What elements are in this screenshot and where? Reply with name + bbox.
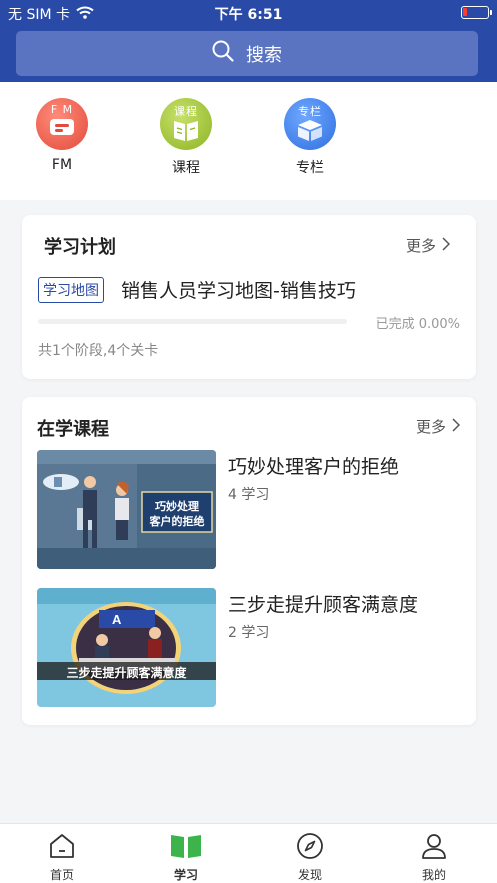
tab-label-discover: 发现 [297,868,322,882]
learning-courses-card: 在学课程 更多 巧妙处理 客户的拒绝 巧妙处理客户的拒绝 4 学习 A 三步走提… [22,397,476,725]
tab-discover[interactable]: 发现 [270,832,350,883]
plan-stats: 共1个阶段,4个关卡 [38,343,159,359]
quick-label-course: 课程 [172,160,200,176]
search-bar[interactable]: 搜索 [16,31,478,76]
course-learner-count: 2 学习 [228,625,270,641]
home-icon [48,834,76,864]
course-item[interactable]: A 三步走提升顾客满意度 三步走提升顾客满意度 2 学习 [37,588,461,707]
tab-home[interactable]: 首页 [22,832,102,883]
tab-profile[interactable]: 我的 [394,832,474,883]
course-thumbnail: 巧妙处理 客户的拒绝 [37,450,216,569]
book-icon [170,835,202,864]
quick-entries: F M FM 课程 课程 专栏 专栏 [0,82,497,200]
course-title: 巧妙处理客户的拒绝 [228,456,400,478]
fm-icon: F M [36,98,88,150]
compass-icon [296,833,324,864]
thumbnail-caption: 三步走提升顾客满意度 [66,666,187,680]
plan-name: 销售人员学习地图-销售技巧 [121,280,356,302]
quick-entry-course[interactable]: 课程 课程 [146,98,226,177]
column-icon: 专栏 [284,98,336,150]
search-icon [212,40,234,67]
learning-courses-title: 在学课程 [37,419,109,440]
course-learner-count: 4 学习 [228,487,270,503]
search-label: 搜索 [246,44,282,66]
learning-map-tag: 学习地图 [38,277,104,303]
course-item[interactable]: 巧妙处理 客户的拒绝 巧妙处理客户的拒绝 4 学习 [37,450,461,569]
thumbnail-text-line-1: 巧妙处理 [155,500,199,513]
quick-entry-fm[interactable]: F M FM [22,98,102,173]
user-icon [420,834,448,864]
course-icon: 课程 [160,98,212,150]
quick-label-column: 专栏 [296,160,324,176]
battery-icon [461,6,492,19]
plan-progress-bar [38,319,347,324]
course-thumbnail: A 三步走提升顾客满意度 [37,588,216,707]
tab-study[interactable]: 学习 [146,832,226,883]
study-plan-title: 学习计划 [44,237,116,258]
tab-label-profile: 我的 [421,868,446,882]
chevron-right-icon [452,417,461,436]
header: 无 SIM 卡 下午 6:51 搜索 [0,0,497,82]
status-bar: 无 SIM 卡 下午 6:51 [0,0,497,26]
quick-label-fm: FM [51,157,73,173]
thumbnail-text-line-2: 客户的拒绝 [149,515,205,528]
tab-label-study: 学习 [173,868,198,882]
status-time: 下午 6:51 [214,7,283,23]
tab-bar: 首页 学习 发现 我的 [0,823,497,883]
learning-courses-more-link[interactable]: 更多 [416,416,461,437]
svg-text:A: A [112,612,122,627]
study-plan-card[interactable]: 学习计划 更多 学习地图 销售人员学习地图-销售技巧 已完成 0.00% 共1个… [22,215,476,379]
tab-label-home: 首页 [49,868,74,882]
chevron-right-icon [442,236,451,255]
study-plan-more-link[interactable]: 更多 [406,235,451,256]
course-title: 三步走提升顾客满意度 [228,594,419,616]
quick-entry-column[interactable]: 专栏 专栏 [270,98,350,177]
plan-progress-text: 已完成 0.00% [375,317,460,332]
